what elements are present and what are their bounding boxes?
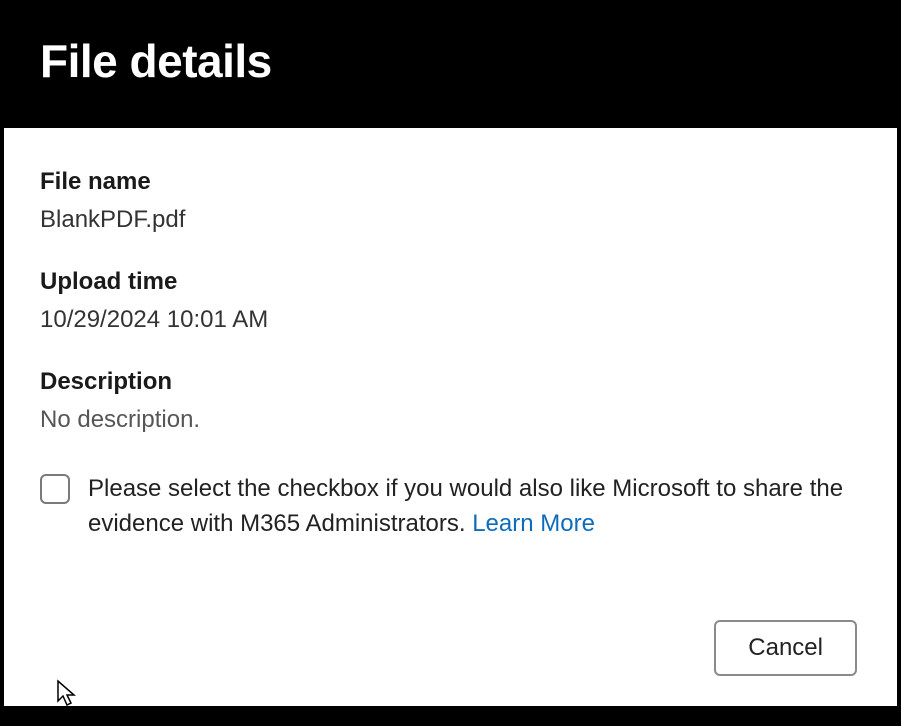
upload-time-label: Upload time bbox=[40, 268, 861, 296]
description-value: No description. bbox=[40, 406, 861, 434]
button-row: Cancel bbox=[714, 620, 857, 676]
cursor-icon bbox=[56, 679, 82, 709]
learn-more-link[interactable]: Learn More bbox=[472, 510, 595, 537]
file-name-field: File name BlankPDF.pdf bbox=[40, 168, 861, 234]
description-field: Description No description. bbox=[40, 368, 861, 434]
share-evidence-row: Please select the checkbox if you would … bbox=[40, 472, 861, 542]
file-name-value: BlankPDF.pdf bbox=[40, 206, 861, 234]
dialog-content: File name BlankPDF.pdf Upload time 10/29… bbox=[4, 128, 897, 706]
description-label: Description bbox=[40, 368, 861, 396]
cancel-button[interactable]: Cancel bbox=[714, 620, 857, 676]
share-evidence-label: Please select the checkbox if you would … bbox=[88, 475, 843, 537]
upload-time-value: 10/29/2024 10:01 AM bbox=[40, 306, 861, 334]
dialog-frame: File details File name BlankPDF.pdf Uplo… bbox=[0, 0, 901, 726]
dialog-title: File details bbox=[40, 34, 861, 88]
share-evidence-checkbox[interactable] bbox=[40, 474, 70, 504]
file-name-label: File name bbox=[40, 168, 861, 196]
upload-time-field: Upload time 10/29/2024 10:01 AM bbox=[40, 268, 861, 334]
share-evidence-text: Please select the checkbox if you would … bbox=[88, 472, 861, 542]
dialog-header: File details bbox=[4, 4, 897, 128]
